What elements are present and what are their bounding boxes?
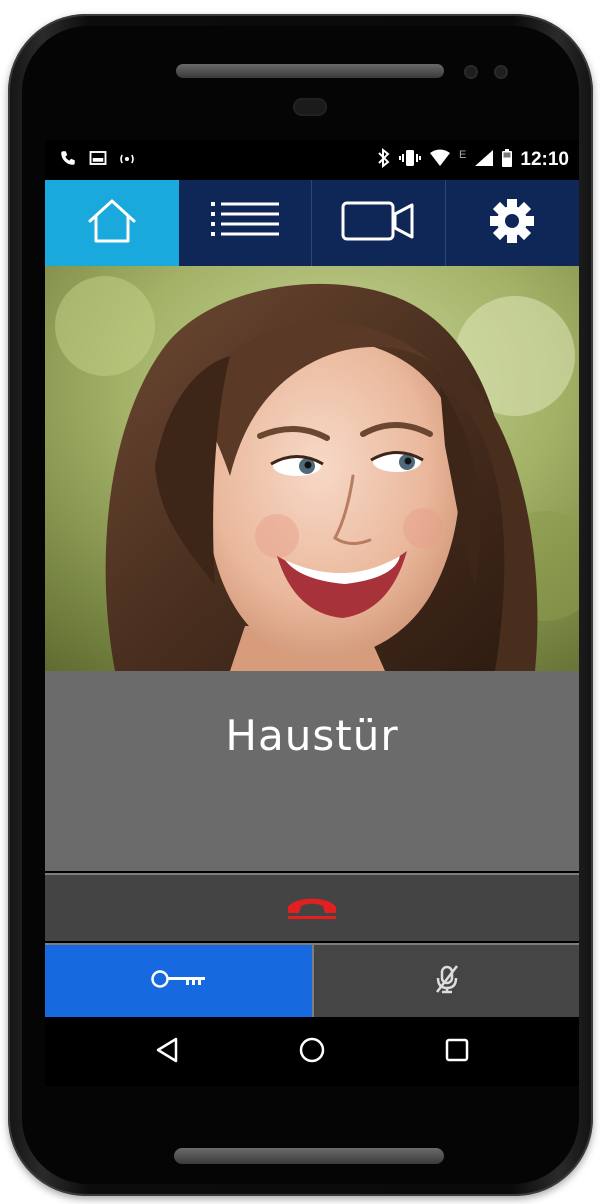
phone-call-icon <box>59 149 77 171</box>
status-time: 12:10 <box>520 149 569 170</box>
proximity-sensor <box>466 67 476 77</box>
microphone-muted-icon <box>434 964 460 998</box>
cast-icon <box>119 151 135 170</box>
tab-list[interactable] <box>179 180 312 266</box>
tab-video[interactable] <box>312 180 446 266</box>
back-icon <box>154 1036 180 1068</box>
signal-icon <box>474 149 494 171</box>
action-row <box>45 943 579 1017</box>
system-navigation-bar <box>45 1017 579 1086</box>
vibrate-icon <box>399 148 422 172</box>
tab-bar <box>45 180 579 266</box>
image-notification-icon <box>89 150 107 170</box>
gear-icon <box>488 197 536 249</box>
home-icon <box>85 197 139 249</box>
bottom-speaker <box>174 1148 444 1164</box>
tab-home[interactable] <box>45 180 179 266</box>
recents-icon <box>443 1036 471 1068</box>
screen: E 12:10 Haustür <box>45 140 579 1086</box>
battery-icon <box>502 149 513 171</box>
mute-button[interactable] <box>312 945 579 1017</box>
status-bar: E 12:10 <box>45 140 579 180</box>
caller-name: Haustür <box>225 711 399 760</box>
video-feed <box>45 266 579 671</box>
back-button[interactable] <box>137 1027 197 1077</box>
recents-button[interactable] <box>427 1027 487 1077</box>
light-sensor <box>496 67 506 77</box>
front-camera <box>293 98 327 116</box>
visitor-portrait <box>45 266 579 671</box>
home-button[interactable] <box>282 1027 342 1077</box>
hang-up-button[interactable] <box>45 873 579 941</box>
earpiece-speaker <box>176 64 444 78</box>
caller-panel: Haustür <box>45 671 579 871</box>
open-door-button[interactable] <box>45 945 312 1017</box>
bluetooth-icon <box>377 147 391 172</box>
tab-settings[interactable] <box>446 180 580 266</box>
list-icon <box>207 197 283 249</box>
wifi-icon <box>429 149 451 171</box>
hang-up-icon <box>285 891 339 925</box>
key-icon <box>150 966 208 996</box>
video-camera-icon <box>340 197 416 249</box>
network-type: E <box>459 149 467 161</box>
home-circle-icon <box>297 1035 327 1069</box>
